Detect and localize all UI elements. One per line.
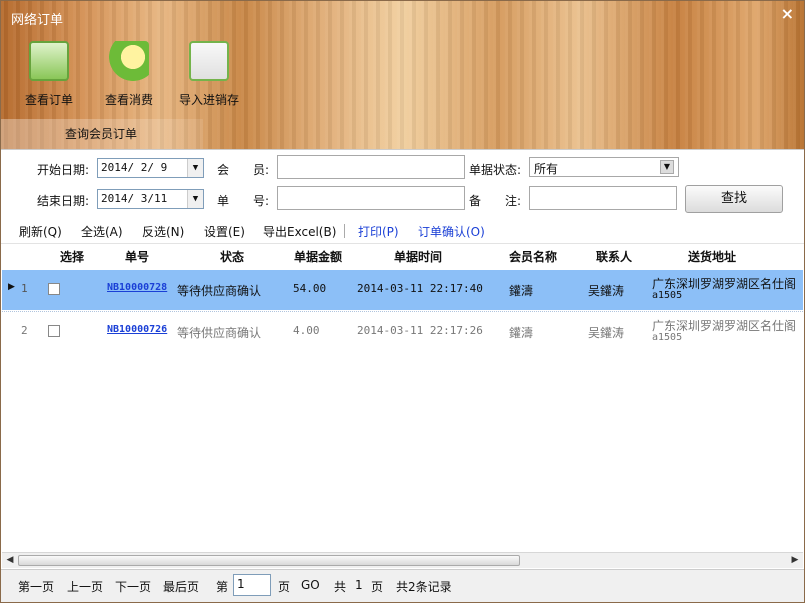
money-search-icon [109, 41, 149, 81]
view-orders-button[interactable]: 查看订单 [14, 41, 84, 108]
orders-grid: 选择 单号 状态 单据金额 单据时间 会员名称 联系人 送货地址 ▶ 1 NB1… [2, 244, 803, 552]
table-row[interactable]: 2 NB10000726 等待供应商确认 4.00 2014-03-11 22:… [2, 311, 803, 351]
import-inventory-button[interactable]: 导入进销存 [174, 41, 244, 108]
close-icon[interactable]: × [781, 4, 794, 23]
member-label-a: 会 [217, 163, 230, 177]
scroll-left-icon[interactable]: ◀ [2, 553, 18, 568]
page-suffix: 页 [278, 580, 291, 594]
prev-page-button[interactable]: 上一页 [67, 578, 103, 595]
order-no-label-a: 单 [217, 194, 230, 208]
member-name: 鑵濤 [509, 326, 534, 340]
chevron-down-icon[interactable]: ▼ [187, 190, 203, 208]
chevron-down-icon[interactable]: ▼ [187, 159, 203, 177]
delivery-address-line2: a1505 [652, 332, 683, 343]
page-prefix: 第 [216, 580, 229, 594]
order-no-label-b: 号: [253, 194, 270, 208]
chevron-down-icon[interactable]: ▼ [660, 160, 674, 174]
settings-button[interactable]: 设置(E) [204, 223, 245, 240]
last-page-button[interactable]: 最后页 [163, 578, 199, 595]
pagination-bar: 第一页 上一页 下一页 最后页 第 1 页 GO 共 1 页 共2条记录 [1, 569, 804, 602]
member-name: 鑵濤 [509, 284, 534, 298]
order-status: 等待供应商确认 [177, 284, 262, 298]
column-header[interactable]: 联系人 [596, 248, 632, 265]
row-checkbox[interactable] [48, 325, 60, 337]
scrollbar-thumb[interactable] [18, 555, 520, 566]
current-row-icon: ▶ [8, 282, 15, 292]
start-date-value: 2014/ 2/ 9 [101, 161, 168, 174]
refresh-button[interactable]: 刷新(Q) [19, 223, 62, 240]
row-index: 1 [21, 282, 28, 295]
total-pages: 1 [355, 578, 363, 592]
ribbon-header: 网络订单 × 查看订单 查看消费 导入进销存 查询会员订单 [1, 1, 804, 149]
export-excel-button[interactable]: 导出Excel(B) [263, 223, 336, 240]
order-number-link[interactable]: NB10000726 [107, 324, 167, 335]
order-time: 2014-03-11 22:17:40 [357, 282, 483, 295]
order-window: 网络订单 × 查看订单 查看消费 导入进销存 查询会员订单 开始日期: 2014… [0, 0, 805, 603]
scroll-right-icon[interactable]: ▶ [787, 553, 803, 568]
order-status: 等待供应商确认 [177, 326, 262, 340]
end-date-value: 2014/ 3/11 [101, 192, 168, 205]
window-title: 网络订单 [11, 13, 64, 28]
column-header[interactable]: 选择 [60, 248, 84, 265]
total-suffix: 页 [371, 580, 384, 594]
order-number-link[interactable]: NB10000728 [107, 282, 167, 293]
grid-header: 选择 单号 状态 单据金额 单据时间 会员名称 联系人 送货地址 [2, 244, 803, 268]
remark-input[interactable] [529, 186, 677, 210]
end-date-label: 结束日期: [37, 194, 90, 208]
order-time: 2014-03-11 22:17:26 [357, 324, 483, 337]
column-header[interactable]: 会员名称 [509, 248, 557, 265]
total-prefix: 共 [334, 580, 347, 594]
next-page-button[interactable]: 下一页 [115, 578, 151, 595]
column-header[interactable]: 单号 [125, 248, 149, 265]
view-spending-button[interactable]: 查看消费 [94, 41, 164, 108]
status-label: 单据状态: [469, 163, 522, 177]
remark-label-a: 备 [469, 194, 482, 208]
member-label-b: 员: [253, 163, 270, 177]
view-spending-label: 查看消费 [104, 93, 153, 107]
group-caption-text: 查询会员订单 [65, 127, 138, 141]
print-button[interactable]: 打印(P) [358, 223, 399, 240]
delivery-address-line2: a1505 [652, 290, 683, 301]
row-checkbox[interactable] [48, 283, 60, 295]
order-no-input[interactable] [277, 186, 465, 210]
column-header[interactable]: 送货地址 [688, 248, 736, 265]
start-date-label: 开始日期: [37, 163, 90, 177]
order-amount: 4.00 [293, 324, 320, 337]
toolbar-divider [344, 224, 345, 238]
start-date-picker[interactable]: 2014/ 2/ 9 ▼ [97, 158, 204, 178]
chart-import-icon [189, 41, 229, 81]
go-button[interactable]: GO [301, 578, 320, 592]
order-amount: 54.00 [293, 282, 327, 295]
select-all-button[interactable]: 全选(A) [81, 223, 123, 240]
first-page-button[interactable]: 第一页 [18, 578, 54, 595]
invert-selection-button[interactable]: 反选(N) [142, 223, 184, 240]
import-inventory-label: 导入进销存 [178, 93, 239, 107]
record-count: 共2条记录 [396, 580, 452, 594]
column-header[interactable]: 状态 [220, 248, 244, 265]
remark-label-b: 注: [505, 194, 522, 208]
view-orders-label: 查看订单 [24, 93, 73, 107]
confirm-order-button[interactable]: 订单确认(O) [418, 223, 485, 240]
column-header[interactable]: 单据时间 [394, 248, 442, 265]
column-header[interactable]: 单据金额 [294, 248, 342, 265]
horizontal-scrollbar[interactable]: ◀ ▶ [2, 552, 803, 568]
search-button[interactable]: 查找 [685, 185, 783, 213]
contact-name: 吴鑵涛 [588, 326, 625, 340]
ribbon-group-caption: 查询会员订单 [1, 119, 203, 149]
action-bar: 刷新(Q) 全选(A) 反选(N) 设置(E) 导出Excel(B) 打印(P)… [1, 218, 804, 244]
magnifier-icon [29, 41, 69, 81]
contact-name: 吴鑵涛 [588, 284, 625, 298]
status-value: 所有 [534, 162, 559, 176]
row-index: 2 [21, 324, 28, 337]
end-date-picker[interactable]: 2014/ 3/11 ▼ [97, 189, 204, 209]
member-input[interactable] [277, 155, 465, 179]
page-number-input[interactable]: 1 [233, 574, 271, 596]
table-row[interactable]: ▶ 1 NB10000728 等待供应商确认 54.00 2014-03-11 … [2, 270, 803, 310]
status-select[interactable]: 所有 ▼ [529, 157, 679, 177]
